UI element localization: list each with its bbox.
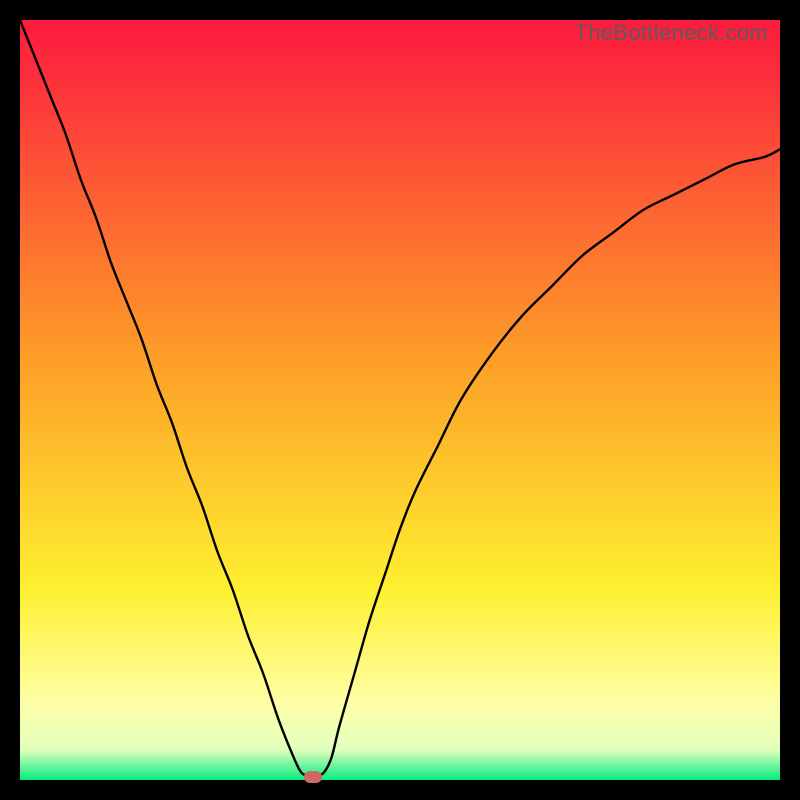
optimum-marker bbox=[304, 771, 322, 783]
plot-frame: TheBottleneck.com bbox=[20, 20, 780, 780]
bottleneck-curve bbox=[20, 20, 780, 780]
